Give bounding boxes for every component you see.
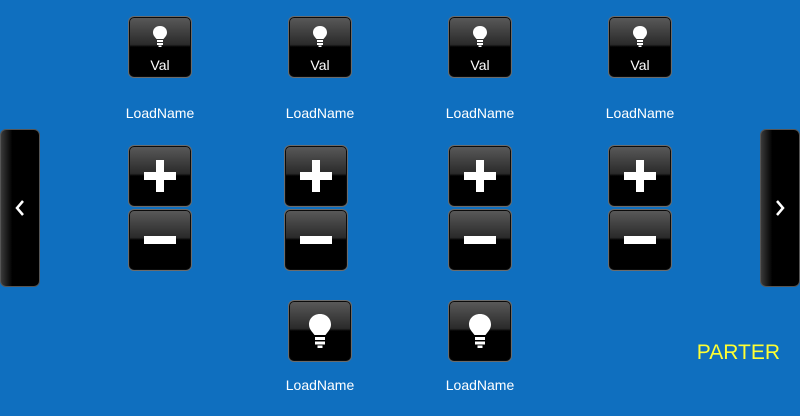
load-button-4[interactable]: Val	[608, 16, 672, 78]
lightbulb-icon	[633, 26, 647, 47]
lightbulb-icon	[473, 26, 487, 47]
plus-icon	[464, 160, 496, 192]
increase-button-4[interactable]	[608, 145, 672, 207]
load-name-1: LoadName	[125, 105, 195, 121]
minus-icon	[464, 236, 496, 244]
lightbulb-icon	[313, 26, 327, 47]
chevron-left-icon	[15, 200, 24, 216]
increase-button-2[interactable]	[284, 145, 348, 207]
plus-icon	[144, 160, 176, 192]
load-name-5: LoadName	[285, 377, 355, 393]
decrease-button-1[interactable]	[128, 209, 192, 271]
chevron-right-icon	[776, 200, 785, 216]
plus-icon	[300, 160, 332, 192]
switch-button-2[interactable]	[448, 300, 512, 362]
next-page-button[interactable]	[760, 129, 800, 287]
increase-button-3[interactable]	[448, 145, 512, 207]
switch-button-1[interactable]	[288, 300, 352, 362]
floor-label: PARTER	[696, 341, 780, 364]
decrease-button-4[interactable]	[608, 209, 672, 271]
load-button-1[interactable]: Val	[128, 16, 192, 78]
increase-button-1[interactable]	[128, 145, 192, 207]
load-name-2: LoadName	[285, 105, 355, 121]
decrease-button-2[interactable]	[284, 209, 348, 271]
load-name-6: LoadName	[445, 377, 515, 393]
load-value: Val	[470, 57, 490, 73]
load-button-2[interactable]: Val	[288, 16, 352, 78]
load-value: Val	[310, 57, 330, 73]
load-button-3[interactable]: Val	[448, 16, 512, 78]
lightbulb-icon	[469, 314, 491, 348]
lightbulb-icon	[309, 314, 331, 348]
decrease-button-3[interactable]	[448, 209, 512, 271]
load-value: Val	[150, 57, 170, 73]
load-value: Val	[630, 57, 650, 73]
load-name-3: LoadName	[445, 105, 515, 121]
load-name-4: LoadName	[605, 105, 675, 121]
minus-icon	[144, 236, 176, 244]
plus-icon	[624, 160, 656, 192]
previous-page-button[interactable]	[0, 129, 40, 287]
minus-icon	[300, 236, 332, 244]
minus-icon	[624, 236, 656, 244]
lightbulb-icon	[153, 26, 167, 47]
